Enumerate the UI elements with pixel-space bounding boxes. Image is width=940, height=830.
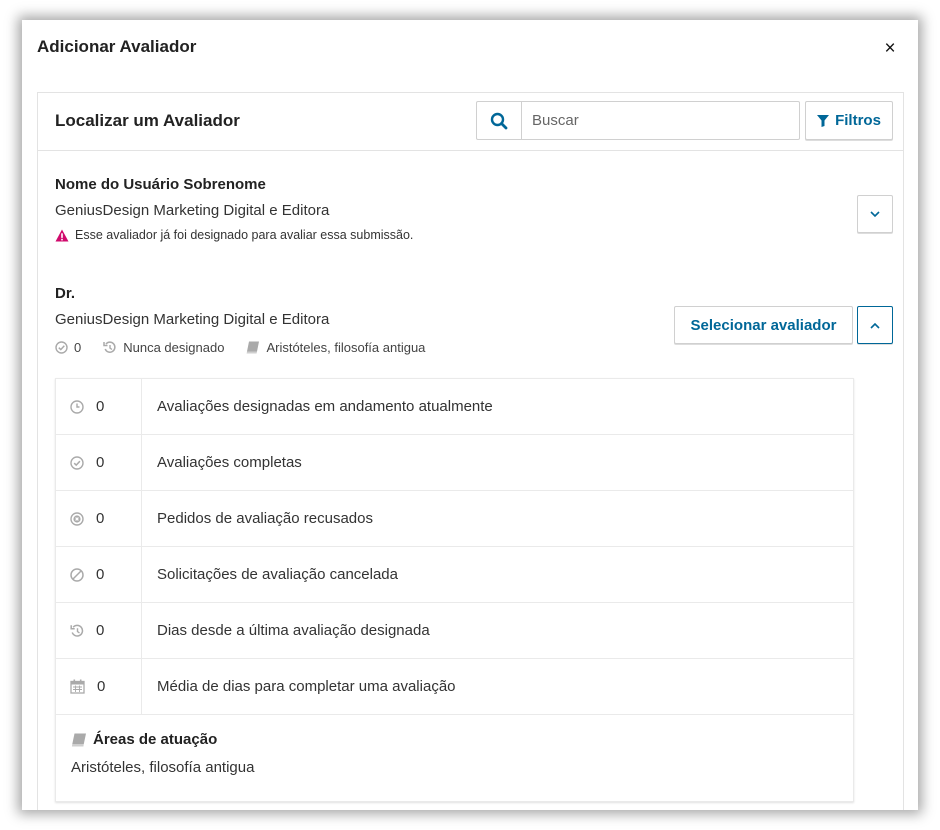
- modal-header: Adicionar Avaliador ×: [22, 20, 918, 80]
- reviewer-name: Nome do Usuário Sobrenome: [55, 176, 266, 193]
- stat-label: Avaliações designadas em andamento atual…: [157, 398, 493, 415]
- modal-title: Adicionar Avaliador: [37, 37, 197, 56]
- close-button[interactable]: ×: [880, 39, 900, 59]
- stat-value: 0: [96, 566, 105, 583]
- panel-header: Localizar um Avaliador Filtros: [38, 93, 903, 151]
- reviewer-stats: 0 Avaliações designadas em andamento atu…: [55, 378, 854, 802]
- stat-value: 0: [97, 678, 106, 695]
- times-circle-icon: [70, 511, 84, 526]
- ban-icon: [70, 567, 84, 582]
- chevron-down-icon: [870, 210, 880, 217]
- areas-section: Áreas de atuação Aristóteles, filosofía …: [56, 715, 853, 801]
- meta-last-assigned: Nunca designado: [103, 340, 224, 355]
- stat-row: 0 Solicitações de avaliação cancelada: [56, 547, 853, 603]
- add-reviewer-modal: Adicionar Avaliador × Localizar um Avali…: [22, 20, 918, 810]
- book-icon: [247, 341, 260, 354]
- stat-label: Avaliações completas: [157, 454, 302, 471]
- search-box: [476, 101, 800, 140]
- stat-row: 0 Avaliações designadas em andamento atu…: [56, 379, 853, 435]
- meta-interests: Aristóteles, filosofía antigua: [246, 340, 425, 355]
- warning-text: Esse avaliador já foi designado para ava…: [75, 228, 414, 242]
- search-input[interactable]: [522, 102, 792, 139]
- warning-icon: [55, 229, 69, 241]
- meta-completed: 0: [55, 340, 81, 355]
- filters-label: Filtros: [835, 112, 881, 129]
- chevron-up-icon: [870, 322, 880, 329]
- collapse-reviewer-button[interactable]: [857, 306, 893, 344]
- reviewer-name: Dr.: [55, 285, 76, 302]
- reviewer-item: Nome do Usuário Sobrenome GeniusDesign M…: [55, 176, 903, 242]
- check-circle-icon: [55, 341, 68, 354]
- stat-row: 0 Pedidos de avaliação recusados: [56, 491, 853, 547]
- check-circle-icon: [70, 455, 84, 470]
- stat-row: 0 Dias desde a última avaliação designad…: [56, 603, 853, 659]
- stat-label: Pedidos de avaliação recusados: [157, 510, 373, 527]
- expand-reviewer-button[interactable]: [857, 195, 893, 233]
- clock-icon: [70, 399, 84, 414]
- stat-value: 0: [96, 398, 105, 415]
- filters-button[interactable]: Filtros: [805, 101, 893, 140]
- find-reviewer-panel: Localizar um Avaliador Filtros Nome: [37, 92, 904, 810]
- book-icon: [71, 733, 86, 746]
- areas-title: Áreas de atuação: [71, 731, 838, 748]
- stat-row: 0 Avaliações completas: [56, 435, 853, 491]
- stat-value: 0: [96, 454, 105, 471]
- history-icon: [103, 341, 116, 353]
- select-reviewer-button[interactable]: Selecionar avaliador: [674, 306, 853, 344]
- calendar-icon: [70, 679, 85, 694]
- stat-label: Média de dias para completar uma avaliaç…: [157, 678, 456, 695]
- filter-icon: [817, 114, 830, 127]
- panel-title: Localizar um Avaliador: [55, 111, 240, 130]
- search-icon[interactable]: [477, 102, 522, 139]
- history-icon: [70, 624, 84, 637]
- stat-value: 0: [96, 622, 105, 639]
- stat-value: 0: [96, 510, 105, 527]
- stat-row: 0 Média de dias para completar uma avali…: [56, 659, 853, 715]
- already-assigned-warning: Esse avaliador já foi designado para ava…: [55, 228, 903, 242]
- areas-text: Aristóteles, filosofía antigua: [71, 759, 255, 776]
- stat-label: Solicitações de avaliação cancelada: [157, 566, 398, 583]
- stat-label: Dias desde a última avaliação designada: [157, 622, 430, 639]
- reviewer-affiliation: GeniusDesign Marketing Digital e Editora: [55, 202, 330, 219]
